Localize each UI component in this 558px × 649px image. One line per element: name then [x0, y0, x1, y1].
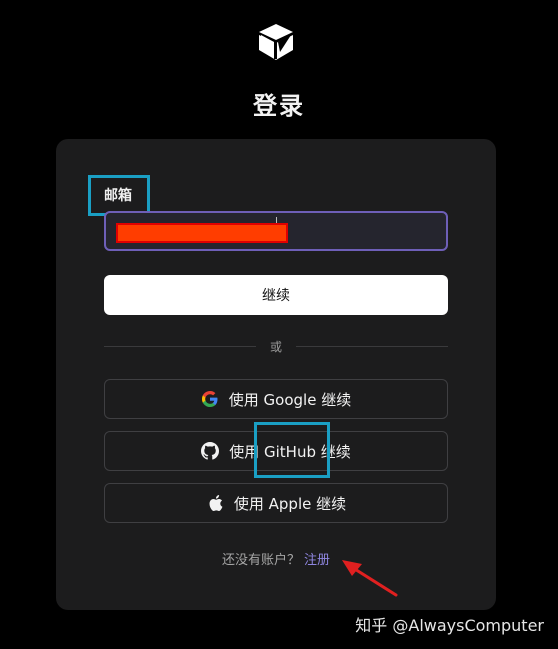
google-button-label: 使用 Google 继续	[228, 390, 352, 409]
cube-icon	[256, 22, 296, 62]
apple-continue-button[interactable]: 使用 Apple 继续	[104, 483, 448, 523]
page-title: 登录	[253, 92, 305, 120]
annotation-arrow	[342, 560, 398, 597]
google-icon	[201, 390, 219, 408]
watermark: 知乎 @AlwaysComputer	[355, 616, 544, 635]
login-card: 邮箱 继续 或 使用 Google 继续 使用 GitHub 继续 使用 App…	[56, 139, 496, 610]
apple-icon	[206, 494, 224, 512]
redaction-overlay	[116, 223, 288, 243]
continue-button[interactable]: 继续	[104, 275, 448, 315]
apple-button-label: 使用 Apple 继续	[233, 494, 347, 513]
github-icon	[201, 442, 220, 460]
signup-prompt: 还没有账户？ 注册	[56, 549, 496, 568]
or-divider: 或	[104, 337, 448, 357]
signup-prompt-text: 还没有账户？	[221, 553, 300, 568]
github-label-highlight	[254, 422, 330, 478]
email-field[interactable]	[104, 211, 448, 251]
email-label-highlight	[88, 175, 150, 216]
divider-line-right	[296, 346, 448, 347]
signup-link[interactable]: 注册	[304, 553, 330, 568]
google-continue-button[interactable]: 使用 Google 继续	[104, 379, 448, 419]
